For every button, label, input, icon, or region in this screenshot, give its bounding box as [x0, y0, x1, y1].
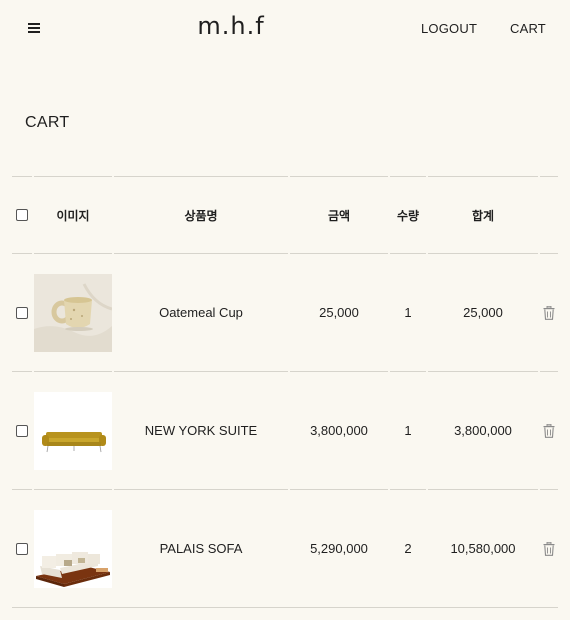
product-quantity: 1	[390, 371, 426, 489]
cart-table: 이미지 상품명 금액 수량 합계 Oatemeal Cup 25,000 1 2…	[12, 176, 558, 608]
table-header-row: 이미지 상품명 금액 수량 합계	[12, 176, 558, 253]
trash-icon[interactable]	[543, 541, 555, 556]
table-row: PALAIS SOFA 5,290,000 2 10,580,000	[12, 489, 558, 607]
site-logo[interactable]: m.h.f	[0, 12, 462, 40]
column-header-total: 합계	[428, 176, 538, 253]
column-header-price: 금액	[290, 176, 388, 253]
trash-icon[interactable]	[543, 423, 555, 438]
product-quantity: 2	[390, 489, 426, 607]
row-total: 10,580,000	[428, 489, 538, 607]
table-row: Oatemeal Cup 25,000 1 25,000	[12, 253, 558, 371]
table-bottom-divider	[12, 607, 558, 608]
product-price: 3,800,000	[290, 371, 388, 489]
row-checkbox[interactable]	[16, 306, 28, 319]
yellow-sofa-photo[interactable]	[34, 391, 112, 470]
product-price: 5,290,000	[290, 489, 388, 607]
ceramic-cup-photo[interactable]	[34, 273, 112, 352]
cart-link[interactable]: CART	[510, 21, 546, 36]
row-checkbox[interactable]	[16, 542, 28, 555]
page-title: CART	[25, 114, 70, 131]
row-checkbox[interactable]	[16, 424, 28, 437]
product-price: 25,000	[290, 253, 388, 371]
product-name[interactable]: Oatemeal Cup	[114, 253, 288, 371]
product-quantity: 1	[390, 253, 426, 371]
table-row: NEW YORK SUITE 3,800,000 1 3,800,000	[12, 371, 558, 489]
column-header-image: 이미지	[34, 176, 112, 253]
sectional-sofa-photo[interactable]	[34, 509, 112, 588]
logout-link[interactable]: LOGOUT	[421, 21, 477, 36]
product-name[interactable]: NEW YORK SUITE	[114, 371, 288, 489]
row-total: 3,800,000	[428, 371, 538, 489]
column-header-quantity: 수량	[390, 176, 426, 253]
row-total: 25,000	[428, 253, 538, 371]
column-header-name: 상품명	[114, 176, 288, 253]
select-all-checkbox[interactable]	[16, 209, 28, 221]
product-name[interactable]: PALAIS SOFA	[114, 489, 288, 607]
site-header: m.h.f LOGOUT CART	[0, 0, 570, 58]
trash-icon[interactable]	[543, 305, 555, 320]
